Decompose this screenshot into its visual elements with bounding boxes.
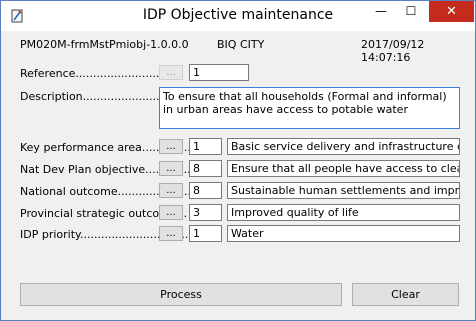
idp-priority-code-input[interactable]: 1	[189, 225, 222, 242]
ndp-lookup-button[interactable]: ...	[159, 161, 183, 176]
datetime: 2017/09/12 14:07:16	[361, 38, 425, 64]
provincial-outcome-lookup-button[interactable]: ...	[159, 205, 183, 220]
kpa-code-input[interactable]: 1	[189, 138, 222, 155]
form-id: PM020M-frmMstPmiobj-1.0.0.0	[20, 38, 189, 51]
provincial-outcome-code-input[interactable]: 3	[189, 204, 222, 221]
idp-priority-lookup-button[interactable]: ...	[159, 226, 183, 241]
description-textarea[interactable]: To ensure that all households (Formal an…	[159, 87, 460, 129]
minimize-button[interactable]: —	[367, 1, 395, 22]
title-bar: IDP Objective maintenance — ☐ ✕	[1, 1, 475, 31]
clear-button[interactable]: Clear	[352, 283, 459, 306]
maximize-button[interactable]: ☐	[397, 1, 425, 22]
ndp-description-field[interactable]: Ensure that all people have access to cl…	[227, 160, 460, 177]
close-button[interactable]: ✕	[429, 1, 474, 22]
city-name: BIQ CITY	[217, 38, 265, 51]
reference-input[interactable]: 1	[189, 64, 249, 81]
provincial-outcome-description-field[interactable]: Improved quality of life	[227, 204, 460, 221]
ndp-code-input[interactable]: 8	[189, 160, 222, 177]
process-button[interactable]: Process	[20, 283, 342, 306]
form-body: PM020M-frmMstPmiobj-1.0.0.0 BIQ CITY 201…	[9, 31, 467, 312]
idp-priority-description-field[interactable]: Water	[227, 225, 460, 242]
national-outcome-lookup-button[interactable]: ...	[159, 183, 183, 198]
kpa-description-field[interactable]: Basic service delivery and infrastructur…	[227, 138, 460, 155]
national-outcome-code-input[interactable]: 8	[189, 182, 222, 199]
kpa-lookup-button[interactable]: ...	[159, 139, 183, 154]
national-outcome-description-field[interactable]: Sustainable human settlements and improv…	[227, 182, 460, 199]
app-window: IDP Objective maintenance — ☐ ✕ PM020M-f…	[0, 0, 476, 321]
reference-lookup-button[interactable]: ...	[159, 65, 183, 80]
